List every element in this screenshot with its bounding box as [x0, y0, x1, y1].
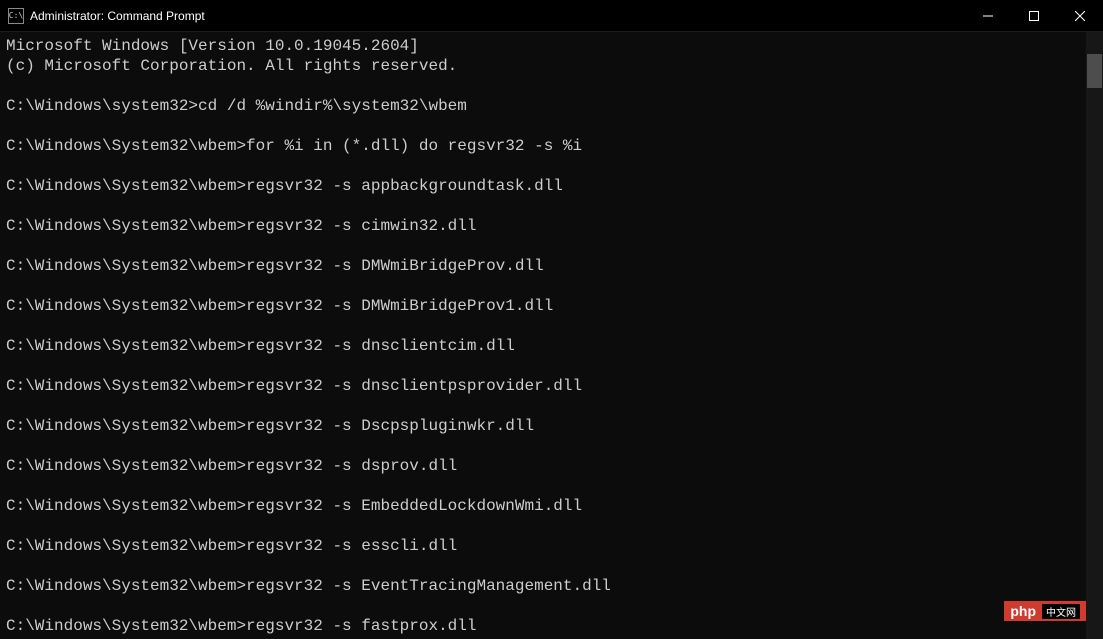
window-controls	[965, 0, 1103, 31]
close-button[interactable]	[1057, 0, 1103, 31]
maximize-button[interactable]	[1011, 0, 1057, 31]
titlebar-left: C:\ Administrator: Command Prompt	[0, 8, 205, 24]
terminal-output[interactable]: Microsoft Windows [Version 10.0.19045.26…	[0, 32, 1103, 639]
window-titlebar: C:\ Administrator: Command Prompt	[0, 0, 1103, 32]
watermark-suffix: 中文网	[1042, 604, 1080, 619]
minimize-button[interactable]	[965, 0, 1011, 31]
watermark-text: php	[1010, 603, 1036, 619]
maximize-icon	[1029, 11, 1039, 21]
scrollbar-thumb[interactable]	[1087, 54, 1102, 88]
minimize-icon	[983, 11, 993, 21]
watermark-badge: php 中文网	[1004, 601, 1086, 621]
vertical-scrollbar[interactable]	[1086, 32, 1103, 639]
window-title: Administrator: Command Prompt	[30, 9, 205, 23]
cmd-icon: C:\	[8, 8, 24, 24]
close-icon	[1075, 11, 1085, 21]
terminal-area: Microsoft Windows [Version 10.0.19045.26…	[0, 32, 1103, 639]
